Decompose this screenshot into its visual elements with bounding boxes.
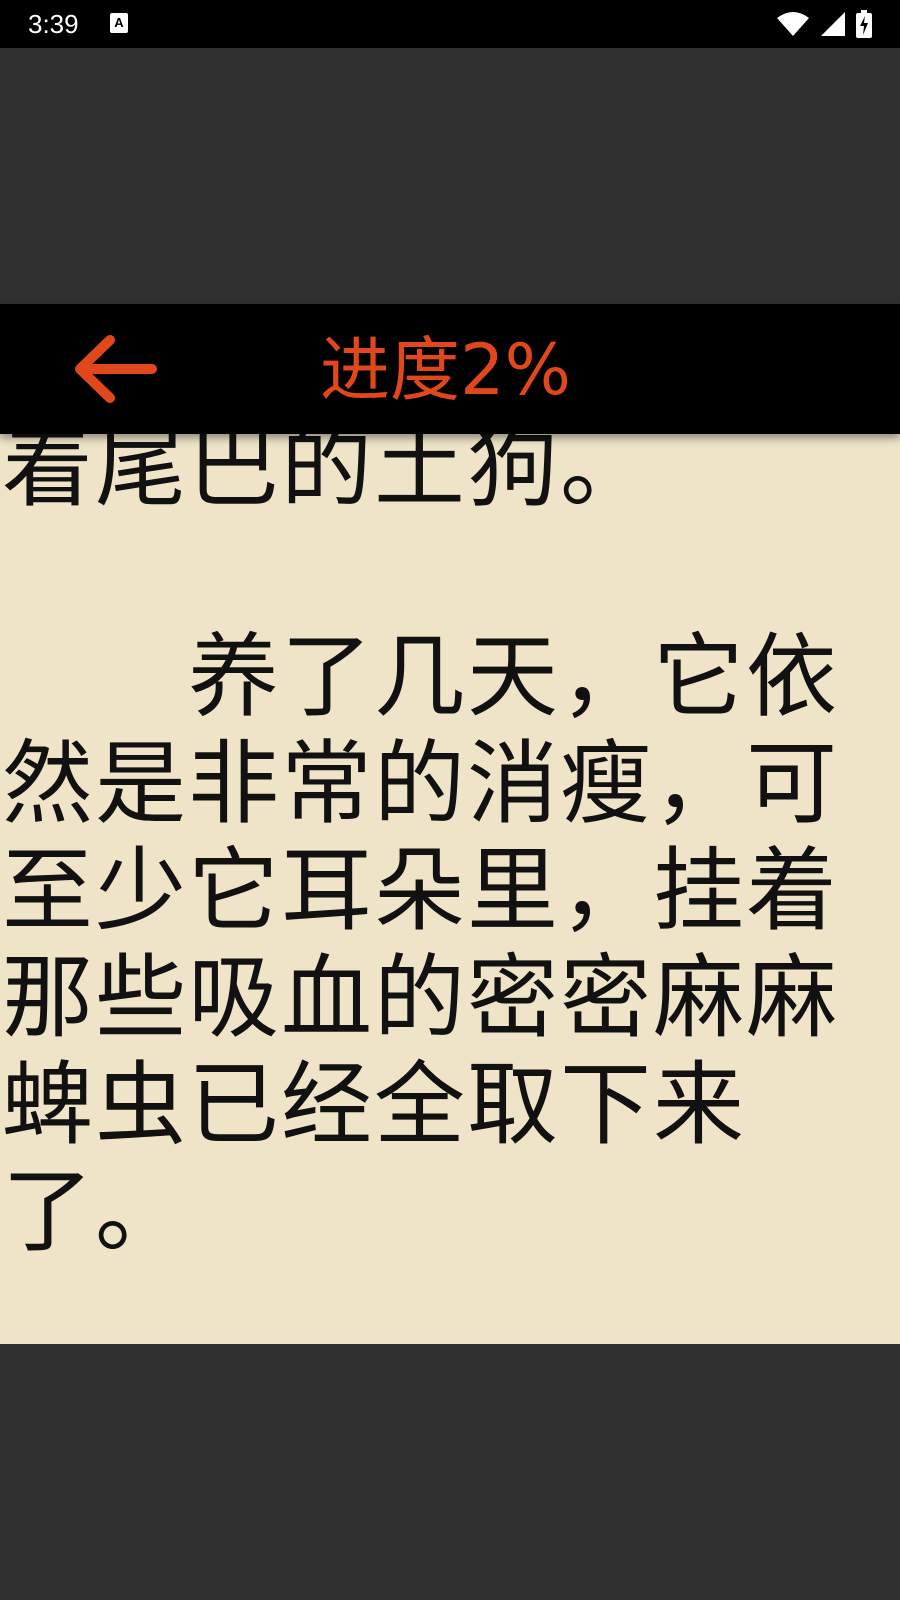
- wifi-icon: [776, 11, 810, 37]
- reader-page[interactable]: 着尾巴的土狗。 养了几天，它依然是非常的消瘦，可至少它耳朵里，挂着那些吸血的密密…: [0, 304, 900, 1344]
- paragraph: 养了几天，它依然是非常的消瘦，可至少它耳朵里，挂着那些吸血的密密麻麻蜱虫已经全取…: [2, 625, 840, 1265]
- status-icons: [776, 10, 872, 38]
- top-dark-area: [0, 48, 900, 304]
- status-bar: 3:39 A: [0, 0, 900, 48]
- bottom-dark-area: [0, 1344, 900, 1600]
- progress-label: 进度2%: [320, 329, 572, 411]
- battery-icon: [856, 10, 872, 38]
- a-icon: A: [110, 13, 128, 33]
- back-button[interactable]: [70, 334, 170, 404]
- arrow-left-icon: [70, 334, 170, 404]
- status-time: 3:39: [28, 9, 79, 39]
- signal-icon: [820, 11, 846, 37]
- reader-toolbar: 进度2%: [0, 304, 900, 434]
